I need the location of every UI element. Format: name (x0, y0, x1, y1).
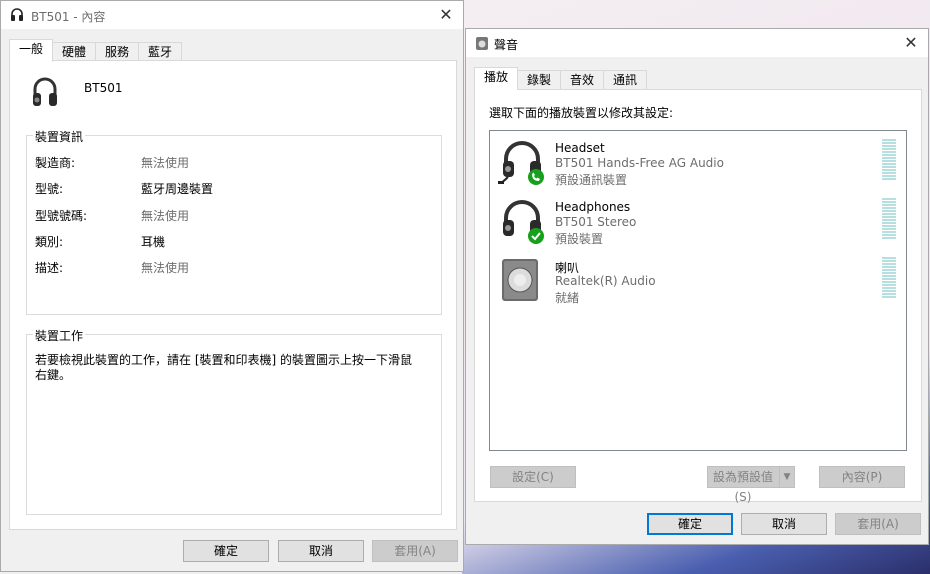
close-button[interactable]: ✕ (900, 32, 922, 54)
device-name: Headphones (555, 200, 631, 214)
volume-meter (882, 257, 896, 299)
tab-recording[interactable]: 錄製 (517, 70, 562, 90)
description-value: 無法使用 (141, 261, 190, 275)
model-label: 型號: (35, 182, 64, 196)
tab-hardware[interactable]: 硬體 (52, 42, 97, 62)
set-default-label: 設為預設值(S) (712, 470, 773, 504)
speaker-icon (502, 259, 538, 301)
tab-services[interactable]: 服務 (95, 42, 140, 62)
headphones-device-icon (33, 77, 57, 106)
tab-sounds[interactable]: 音效 (560, 70, 605, 90)
apply-button[interactable]: 套用(A) (372, 540, 458, 562)
title-bar: 聲音 ✕ (466, 29, 928, 57)
device-status: 預設裝置 (555, 232, 604, 246)
category-label: 類別: (35, 235, 64, 249)
device-name: BT501 (84, 81, 123, 95)
tab-bluetooth[interactable]: 藍牙 (138, 42, 183, 62)
device-description: Realtek(R) Audio (555, 274, 656, 288)
cancel-button[interactable]: 取消 (741, 513, 827, 535)
tab-strip: 一般 硬體 服務 藍牙 (9, 39, 183, 62)
device-row-headphones[interactable]: Headphones BT501 Stereo 預設裝置 (496, 192, 900, 246)
tab-playback[interactable]: 播放 (474, 67, 519, 90)
model-value: 藍牙周邊裝置 (141, 182, 214, 196)
headphones-small-icon (11, 8, 23, 21)
description-label: 描述: (35, 261, 64, 275)
ok-button[interactable]: 確定 (183, 540, 269, 562)
device-info-legend: 裝置資訊 (33, 128, 86, 145)
volume-meter (882, 198, 896, 240)
device-tasks-legend: 裝置工作 (33, 327, 86, 344)
properties-window: BT501 - 內容 ✕ 一般 硬體 服務 藍牙 BT501 裝置資訊 製造商:… (0, 0, 464, 572)
manufacturer-value: 無法使用 (141, 156, 190, 170)
device-row-headset[interactable]: Headset BT501 Hands-Free AG Audio 預設通訊裝置 (496, 133, 900, 187)
device-status: 預設通訊裝置 (555, 173, 628, 187)
window-title: BT501 - 內容 (31, 10, 106, 24)
headphones-icon (503, 200, 544, 244)
window-title: 聲音 (494, 38, 519, 52)
speaker-small-icon (476, 37, 488, 50)
tab-communications[interactable]: 通訊 (603, 70, 648, 90)
manufacturer-label: 製造商: (35, 156, 76, 170)
device-description: BT501 Stereo (555, 215, 637, 229)
tab-general[interactable]: 一般 (9, 39, 54, 62)
playback-panel: 選取下面的播放裝置以修改其設定: Headset BT501 Hands-Fre… (474, 89, 922, 504)
title-bar: BT501 - 內容 ✕ (1, 1, 463, 29)
sound-window: 聲音 ✕ 播放 錄製 音效 通訊 選取下面的播放裝置以修改其設定: Headse… (465, 28, 929, 545)
device-tasks-group: 裝置工作 若要檢視此裝置的工作，請在 [裝置和印表機] 的裝置圖示上按一下滑鼠右… (26, 327, 442, 515)
chevron-down-icon[interactable]: ▼ (779, 467, 794, 487)
device-row-speaker[interactable]: 喇叭 Realtek(R) Audio 就緒 (496, 251, 900, 305)
model-number-label: 型號號碼: (35, 209, 88, 223)
tab-strip: 播放 錄製 音效 通訊 (474, 67, 648, 90)
ok-button[interactable]: 確定 (647, 513, 733, 535)
device-info-group: 裝置資訊 製造商: 無法使用 型號: 藍牙周邊裝置 型號號碼: 無法使用 類別:… (26, 128, 442, 315)
device-description: BT501 Hands-Free AG Audio (555, 156, 724, 170)
model-number-value: 無法使用 (141, 209, 190, 223)
headset-icon (498, 141, 544, 185)
device-tasks-text: 若要檢視此裝置的工作，請在 [裝置和印表機] 的裝置圖示上按一下滑鼠右鍵。 (35, 353, 412, 382)
device-name: Headset (555, 141, 605, 155)
volume-meter (882, 139, 896, 181)
cancel-button[interactable]: 取消 (278, 540, 364, 562)
close-button[interactable]: ✕ (435, 4, 457, 26)
general-panel: BT501 裝置資訊 製造商: 無法使用 型號: 藍牙周邊裝置 型號號碼: 無法… (9, 60, 457, 530)
properties-button[interactable]: 內容(P) (819, 466, 905, 488)
configure-button[interactable]: 設定(C) (490, 466, 576, 488)
apply-button[interactable]: 套用(A) (835, 513, 921, 535)
playback-device-list: Headset BT501 Hands-Free AG Audio 預設通訊裝置… (489, 130, 907, 451)
device-status: 就緒 (555, 291, 580, 305)
set-default-button[interactable]: 設為預設值(S) ▼ (707, 466, 795, 504)
category-value: 耳機 (141, 235, 166, 249)
instruction-text: 選取下面的播放裝置以修改其設定: (489, 106, 674, 120)
